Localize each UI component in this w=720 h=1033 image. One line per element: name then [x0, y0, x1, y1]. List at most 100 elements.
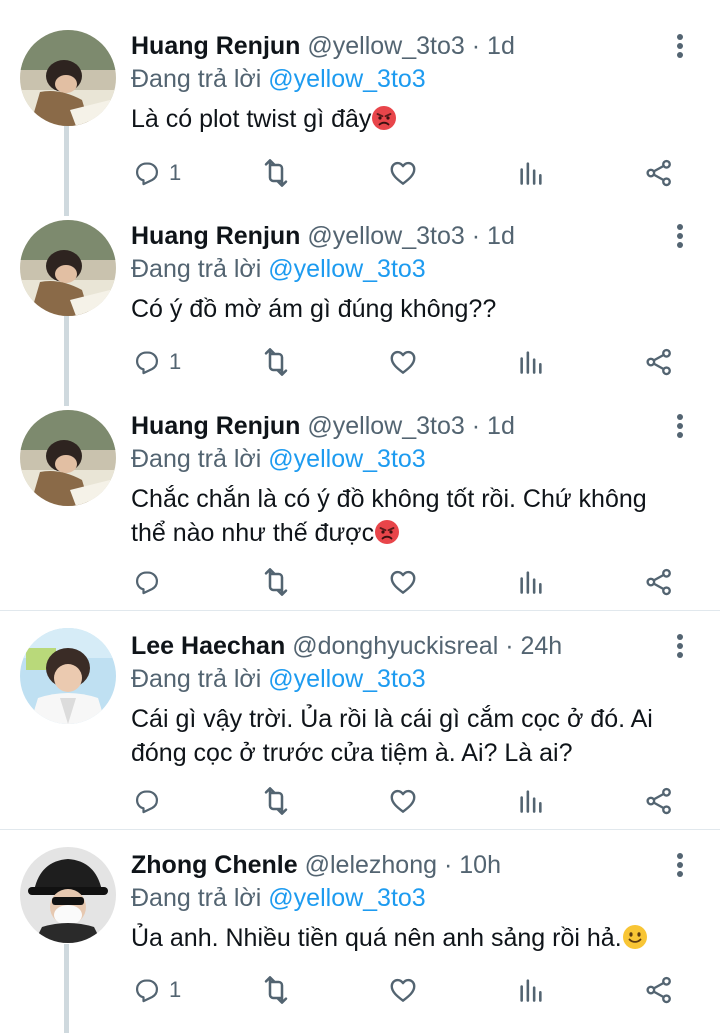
more-vertical-icon[interactable] — [670, 410, 690, 442]
tweet-text: Cái gì vậy trời. Ủa rồi là cái gì cắm cọ… — [131, 702, 691, 770]
tweet-text-line: Là có plot twist gì đây — [131, 105, 372, 133]
tweet[interactable]: Huang Renjun @yellow_3to3 · 1d Đang trả … — [0, 380, 720, 610]
retweet-icon — [260, 157, 292, 189]
heart-icon — [388, 347, 418, 377]
analytics-button[interactable] — [517, 562, 545, 602]
more-vertical-icon[interactable] — [670, 220, 690, 252]
author-handle[interactable]: @yellow_3to3 — [307, 222, 464, 250]
tweet-header: Lee Haechan @donghyuckisreal · 24h — [131, 631, 562, 661]
analytics-button[interactable] — [517, 153, 545, 193]
replying-to-label: Đang trả lời — [131, 445, 262, 473]
retweet-icon — [260, 566, 292, 598]
reply-button[interactable] — [133, 781, 169, 821]
reply-button[interactable]: 1 — [133, 342, 181, 382]
replying-to: Đang trả lời @yellow_3to3 — [131, 64, 426, 94]
analytics-icon — [517, 568, 545, 596]
share-button[interactable] — [644, 781, 674, 821]
replying-to-label: Đang trả lời — [131, 65, 262, 93]
author-name[interactable]: Huang Renjun — [131, 412, 300, 440]
avatar[interactable] — [20, 30, 116, 126]
timestamp[interactable]: 1d — [487, 222, 515, 250]
more-vertical-icon[interactable] — [670, 630, 690, 662]
avatar[interactable] — [20, 220, 116, 316]
tweet-header: Zhong Chenle @lelezhong · 10h — [131, 850, 501, 880]
author-name[interactable]: Huang Renjun — [131, 32, 300, 60]
replying-to: Đang trả lời @yellow_3to3 — [131, 254, 426, 284]
replying-to: Đang trả lời @yellow_3to3 — [131, 883, 426, 913]
analytics-button[interactable] — [517, 342, 545, 382]
tweet[interactable]: Zhong Chenle @lelezhong · 10h Đang trả l… — [0, 819, 720, 1033]
timestamp[interactable]: 24h — [520, 632, 562, 660]
author-handle[interactable]: @lelezhong — [305, 851, 437, 879]
pouting-face-emoji — [374, 519, 400, 545]
avatar[interactable] — [20, 847, 116, 943]
separator-dot: · — [505, 632, 514, 660]
tweet-text-line-wrap: thể nào như thế được — [131, 516, 691, 550]
retweet-button[interactable] — [260, 781, 292, 821]
more-vertical-icon[interactable] — [670, 849, 690, 881]
separator-dot: · — [471, 412, 481, 440]
heart-icon — [388, 158, 418, 188]
reply-button[interactable]: 1 — [133, 970, 181, 1010]
mention-link[interactable]: @yellow_3to3 — [268, 65, 425, 93]
reply-icon — [133, 159, 161, 187]
like-button[interactable] — [388, 562, 418, 602]
author-handle[interactable]: @yellow_3to3 — [307, 32, 464, 60]
analytics-icon — [517, 976, 545, 1004]
timestamp[interactable]: 10h — [459, 851, 501, 879]
replying-to: Đang trả lời @yellow_3to3 — [131, 664, 426, 694]
tweet[interactable]: Lee Haechan @donghyuckisreal · 24h Đang … — [0, 600, 720, 830]
reply-icon — [133, 568, 161, 596]
mention-link[interactable]: @yellow_3to3 — [268, 255, 425, 283]
share-icon — [644, 158, 674, 188]
separator-dot: · — [471, 222, 481, 250]
analytics-icon — [517, 159, 545, 187]
like-button[interactable] — [388, 781, 418, 821]
share-button[interactable] — [644, 342, 674, 382]
tweet-header: Huang Renjun @yellow_3to3 · 1d — [131, 31, 515, 61]
heart-icon — [388, 567, 418, 597]
retweet-button[interactable] — [260, 562, 292, 602]
timestamp[interactable]: 1d — [487, 412, 515, 440]
tweet-text-line: Có ý đồ mờ ám gì đúng không?? — [131, 295, 497, 323]
author-name[interactable]: Lee Haechan — [131, 632, 285, 660]
tweet-actions: 1 — [0, 970, 720, 1010]
more-vertical-icon[interactable] — [670, 30, 690, 62]
author-name[interactable]: Zhong Chenle — [131, 851, 298, 879]
reply-button[interactable]: 1 — [133, 153, 181, 193]
tweet-actions — [0, 562, 720, 602]
analytics-button[interactable] — [517, 970, 545, 1010]
like-button[interactable] — [388, 970, 418, 1010]
mention-link[interactable]: @yellow_3to3 — [268, 665, 425, 693]
author-name[interactable]: Huang Renjun — [131, 222, 300, 250]
retweet-button[interactable] — [260, 153, 292, 193]
mention-link[interactable]: @yellow_3to3 — [268, 445, 425, 473]
timestamp[interactable]: 1d — [487, 32, 515, 60]
like-button[interactable] — [388, 342, 418, 382]
share-icon — [644, 347, 674, 377]
reply-icon — [133, 348, 161, 376]
retweet-icon — [260, 974, 292, 1006]
tweet[interactable]: Huang Renjun @yellow_3to3 · 1d Đang trả … — [0, 0, 720, 200]
tweet-text-line: Chắc chắn là có ý đồ không tốt rồi. Chứ … — [131, 485, 647, 513]
retweet-button[interactable] — [260, 970, 292, 1010]
analytics-button[interactable] — [517, 781, 545, 821]
tweet[interactable]: Huang Renjun @yellow_3to3 · 1d Đang trả … — [0, 190, 720, 390]
replying-to-label: Đang trả lời — [131, 665, 262, 693]
tweet-header: Huang Renjun @yellow_3to3 · 1d — [131, 221, 515, 251]
author-handle[interactable]: @donghyuckisreal — [292, 632, 498, 660]
retweet-button[interactable] — [260, 342, 292, 382]
share-icon — [644, 567, 674, 597]
author-handle[interactable]: @yellow_3to3 — [307, 412, 464, 440]
avatar[interactable] — [20, 628, 116, 724]
reply-button[interactable] — [133, 562, 169, 602]
share-button[interactable] — [644, 153, 674, 193]
share-button[interactable] — [644, 562, 674, 602]
tweet-header: Huang Renjun @yellow_3to3 · 1d — [131, 411, 515, 441]
tweet-text-line: Ủa anh. Nhiều tiền quá nên anh sảng rồi … — [131, 924, 622, 952]
avatar[interactable] — [20, 410, 116, 506]
tweet-text-line: đóng cọc ở trước cửa tiệm à. Ai? Là ai? — [131, 739, 573, 767]
mention-link[interactable]: @yellow_3to3 — [268, 884, 425, 912]
share-button[interactable] — [644, 970, 674, 1010]
like-button[interactable] — [388, 153, 418, 193]
